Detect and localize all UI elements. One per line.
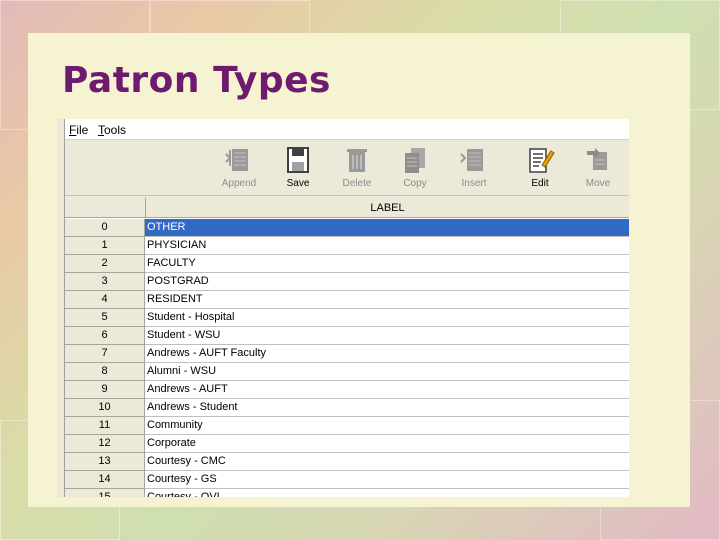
edit-icon xyxy=(529,148,555,173)
row-number[interactable]: 9 xyxy=(65,381,145,399)
row-number[interactable]: 4 xyxy=(65,291,145,309)
menu-file[interactable]: File xyxy=(69,123,88,137)
row-label-cell[interactable]: POSTGRAD xyxy=(145,273,629,291)
row-label-cell[interactable]: Student - WSU xyxy=(145,327,629,345)
table-row[interactable]: 11 Community xyxy=(65,417,629,435)
row-number[interactable]: 3 xyxy=(65,273,145,291)
row-label-cell[interactable]: Student - Hospital xyxy=(145,309,629,327)
append-button[interactable]: Append xyxy=(211,145,267,193)
edit-label: Edit xyxy=(531,178,549,189)
column-header-label[interactable]: LABEL xyxy=(145,198,629,218)
row-label-cell[interactable]: PHYSICIAN xyxy=(145,237,629,255)
table-row[interactable]: 12 Corporate xyxy=(65,435,629,453)
table-row[interactable]: 13 Courtesy - CMC xyxy=(65,453,629,471)
row-number[interactable]: 6 xyxy=(65,327,145,345)
row-label-cell[interactable]: FACULTY xyxy=(145,255,629,273)
patron-types-grid: LABEL 0 OTHER 1 PHYSICIAN 2 FACULTY 3 POSTGRAD 4… xyxy=(65,198,629,497)
table-row[interactable]: 5 Student - Hospital xyxy=(65,309,629,327)
table-row[interactable]: 9 Andrews - AUFT xyxy=(65,381,629,399)
row-number[interactable]: 8 xyxy=(65,363,145,381)
table-row[interactable]: 4 RESIDENT xyxy=(65,291,629,309)
row-label-cell[interactable]: OTHER xyxy=(145,219,629,237)
row-number[interactable]: 13 xyxy=(65,453,145,471)
insert-label: Insert xyxy=(461,178,487,189)
toolbar: Append Save Delete Copy Insert Edit Move xyxy=(65,141,629,196)
table-row[interactable]: 8 Alumni - WSU xyxy=(65,363,629,381)
row-number[interactable]: 11 xyxy=(65,417,145,435)
row-number[interactable]: 1 xyxy=(65,237,145,255)
row-label-cell[interactable]: Corporate xyxy=(145,435,629,453)
grid-header: LABEL xyxy=(65,198,629,218)
move-icon xyxy=(587,148,607,170)
move-button[interactable]: Move xyxy=(570,145,626,193)
table-row[interactable]: 10 Andrews - Student xyxy=(65,399,629,417)
append-icon xyxy=(225,149,248,171)
save-button[interactable]: Save xyxy=(270,145,326,193)
row-label-cell[interactable]: Community xyxy=(145,417,629,435)
row-label-cell[interactable]: Courtesy - GS xyxy=(145,471,629,489)
trash-icon xyxy=(347,149,367,172)
row-label-cell[interactable]: Courtesy - CMC xyxy=(145,453,629,471)
row-label-cell[interactable]: Alumni - WSU xyxy=(145,363,629,381)
row-number[interactable]: 5 xyxy=(65,309,145,327)
row-number[interactable]: 10 xyxy=(65,399,145,417)
row-number[interactable]: 14 xyxy=(65,471,145,489)
save-icon xyxy=(287,147,309,173)
copy-icon xyxy=(405,148,425,173)
insert-button[interactable]: Insert xyxy=(446,145,502,193)
table-row[interactable]: 1 PHYSICIAN xyxy=(65,237,629,255)
app-screenshot: File Tools Append Save Delete Copy Inser… xyxy=(57,119,629,497)
table-row[interactable]: 14 Courtesy - GS xyxy=(65,471,629,489)
table-row[interactable]: 7 Andrews - AUFT Faculty xyxy=(65,345,629,363)
menu-bar: File Tools xyxy=(65,119,629,140)
row-number[interactable]: 12 xyxy=(65,435,145,453)
row-label-cell[interactable]: Andrews - AUFT Faculty xyxy=(145,345,629,363)
copy-button[interactable]: Copy xyxy=(387,145,443,193)
row-number[interactable]: 15 xyxy=(65,489,145,497)
row-number[interactable]: 7 xyxy=(65,345,145,363)
move-label: Move xyxy=(585,178,611,189)
edit-button[interactable]: Edit xyxy=(512,145,568,193)
table-row[interactable]: 2 FACULTY xyxy=(65,255,629,273)
table-row[interactable]: 3 POSTGRAD xyxy=(65,273,629,291)
delete-label: Delete xyxy=(342,178,372,189)
row-label-cell[interactable]: Andrews - AUFT xyxy=(145,381,629,399)
window-left-edge xyxy=(57,119,65,497)
delete-button[interactable]: Delete xyxy=(329,145,385,193)
row-label-cell[interactable]: RESIDENT xyxy=(145,291,629,309)
row-number[interactable]: 2 xyxy=(65,255,145,273)
row-label-cell[interactable]: Courtesy - OVI xyxy=(145,489,629,497)
save-label: Save xyxy=(286,178,310,189)
append-label: Append xyxy=(221,178,257,189)
insert-icon xyxy=(460,149,483,171)
row-number[interactable]: 0 xyxy=(65,219,145,237)
slide-title: Patron Types xyxy=(62,60,331,101)
table-row[interactable]: 15 Courtesy - OVI xyxy=(65,489,629,497)
row-label-cell[interactable]: Andrews - Student xyxy=(145,399,629,417)
copy-label: Copy xyxy=(403,178,427,189)
table-row[interactable]: 0 OTHER xyxy=(65,219,629,237)
table-row[interactable]: 6 Student - WSU xyxy=(65,327,629,345)
menu-tools[interactable]: Tools xyxy=(98,123,126,137)
